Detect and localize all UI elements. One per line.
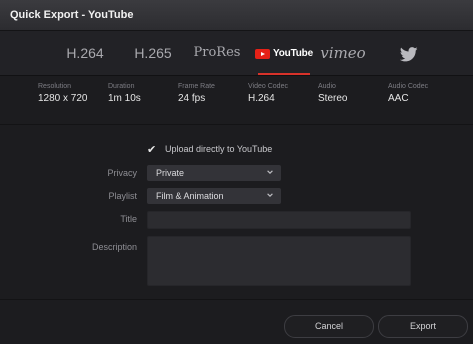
youtube-play-icon (255, 49, 271, 60)
playlist-select[interactable]: Film & Animation (147, 188, 281, 204)
privacy-label: Privacy (107, 168, 137, 178)
youtube-logo-text: YouTube (273, 48, 313, 60)
divider (0, 124, 473, 125)
title-bar: Quick Export - YouTube (0, 0, 473, 31)
export-specs: Resolution 1280 x 720 Duration 1m 10s Fr… (0, 83, 473, 123)
title-field[interactable] (147, 211, 411, 229)
upload-checkbox-label: Upload directly to YouTube (165, 144, 273, 154)
spec-value: H.264 (248, 93, 275, 104)
spec-label: Frame Rate (178, 83, 215, 90)
tab-vimeo[interactable]: vimeo (318, 31, 368, 75)
tab-youtube[interactable]: YouTube (254, 31, 314, 75)
tab-prores[interactable]: ProRes (192, 31, 242, 75)
spec-duration: Duration 1m 10s (108, 83, 141, 104)
tab-h264-label: H.264 (66, 45, 104, 61)
chevron-down-icon (267, 193, 273, 197)
youtube-logo: YouTube (255, 32, 313, 76)
privacy-select[interactable]: Private (147, 165, 281, 181)
privacy-value: Private (156, 168, 185, 178)
spec-label: Resolution (38, 83, 72, 90)
active-tab-indicator (258, 73, 310, 75)
description-field[interactable] (147, 236, 411, 286)
spec-value: 1280 x 720 (38, 93, 88, 104)
quick-export-dialog: Quick Export - YouTube H.264 H.265 ProRe… (0, 0, 473, 344)
playlist-value: Film & Animation (156, 191, 224, 201)
footer-divider (0, 299, 473, 300)
window-title: Quick Export - YouTube (10, 9, 134, 21)
tab-h265[interactable]: H.265 (128, 31, 178, 75)
twitter-icon (400, 46, 418, 62)
spec-audio: Audio Stereo (318, 83, 347, 104)
tab-vimeo-label: vimeo (320, 44, 366, 62)
spec-value: Stereo (318, 93, 348, 104)
playlist-label: Playlist (108, 191, 137, 201)
tab-h264[interactable]: H.264 (60, 31, 110, 75)
spec-audio-codec: Audio Codec AAC (388, 83, 428, 104)
cancel-button[interactable]: Cancel (284, 315, 374, 338)
tab-h265-label: H.265 (134, 45, 172, 61)
description-label: Description (91, 242, 137, 252)
spec-video-codec: Video Codec H.264 (248, 83, 288, 104)
spec-label: Video Codec (248, 83, 288, 90)
spec-label: Duration (108, 83, 135, 90)
spec-value: 24 fps (178, 93, 206, 104)
spec-label: Audio (318, 83, 336, 90)
export-button[interactable]: Export (378, 315, 468, 338)
spec-value: 1m 10s (108, 93, 141, 104)
spec-value: AAC (388, 93, 409, 104)
format-tabs: H.264 H.265 ProRes YouTube vimeo (0, 31, 473, 76)
tab-twitter[interactable] (394, 31, 424, 75)
checkmark-icon: ✔ (147, 144, 157, 156)
chevron-down-icon (267, 170, 273, 174)
title-label: Title (120, 214, 137, 224)
tab-prores-label: ProRes (193, 45, 241, 60)
spec-resolution: Resolution 1280 x 720 (38, 83, 88, 104)
spec-frame-rate: Frame Rate 24 fps (178, 83, 215, 104)
spec-label: Audio Codec (388, 83, 429, 90)
